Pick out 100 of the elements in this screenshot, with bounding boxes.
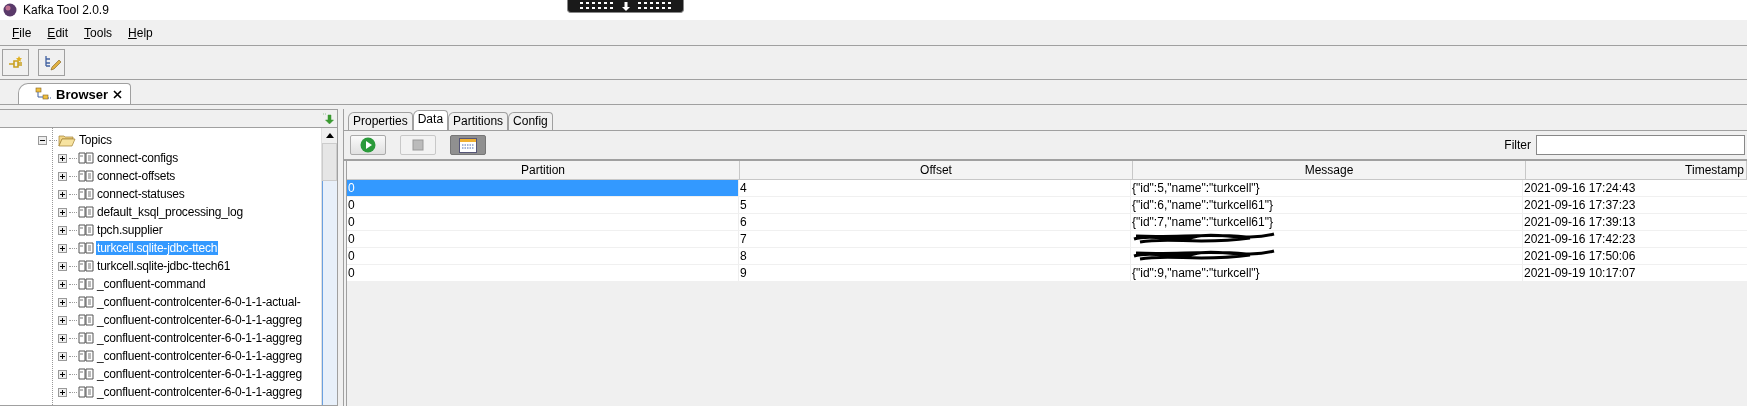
view-button[interactable] bbox=[450, 135, 486, 155]
stop-icon bbox=[412, 139, 424, 151]
expand-icon[interactable] bbox=[58, 387, 67, 397]
filter-field[interactable] bbox=[1536, 135, 1745, 155]
book-icon bbox=[78, 151, 94, 165]
table-cell: 5 bbox=[739, 197, 1131, 213]
book-icon bbox=[78, 331, 94, 345]
book-icon bbox=[78, 241, 94, 255]
expand-icon[interactable] bbox=[58, 261, 67, 271]
topic-item[interactable]: _confluent-controlcenter-6-0-1-1-aggreg bbox=[96, 385, 303, 399]
tree-icon bbox=[35, 87, 51, 101]
expand-icon[interactable] bbox=[58, 351, 67, 361]
table-cell: 0 bbox=[347, 248, 739, 264]
table-cell-text: 2021-09-19 10:17:07 bbox=[1523, 265, 1637, 281]
topic-item[interactable]: Topics bbox=[78, 133, 113, 147]
table-cell: {"id":7,"name":"turkcell61"} bbox=[1131, 214, 1523, 230]
arrow-down-icon[interactable] bbox=[322, 112, 334, 125]
app-logo-icon bbox=[3, 3, 17, 17]
browser-tab[interactable]: Browser bbox=[18, 83, 132, 104]
tree-pencil-icon bbox=[42, 53, 61, 72]
column-header[interactable]: Timestamp bbox=[1526, 161, 1747, 180]
expand-icon[interactable] bbox=[58, 297, 67, 307]
table-cell: 7 bbox=[739, 231, 1131, 247]
table-cell: 4 bbox=[739, 180, 1131, 196]
expand-icon[interactable] bbox=[58, 243, 67, 253]
expand-icon[interactable] bbox=[58, 171, 67, 181]
dots-icon bbox=[579, 2, 614, 10]
scrollbar[interactable] bbox=[321, 128, 337, 405]
window-icon bbox=[459, 137, 477, 153]
collapse-icon[interactable] bbox=[38, 135, 47, 145]
play-icon bbox=[360, 137, 376, 153]
table-cell-text: 2021-09-16 17:50:06 bbox=[1523, 248, 1637, 264]
menu-item[interactable]: Tools bbox=[76, 25, 121, 40]
topic-item[interactable]: _confluent-command bbox=[96, 277, 207, 291]
topic-item[interactable]: default_ksql_processing_log bbox=[96, 205, 245, 219]
tab[interactable]: Config bbox=[508, 112, 553, 130]
topic-item[interactable]: _confluent-controlcenter-6-0-1-1-aggreg bbox=[96, 331, 303, 345]
table-cell: 0 bbox=[347, 214, 739, 230]
expand-icon[interactable] bbox=[58, 315, 67, 325]
book-icon bbox=[78, 187, 94, 201]
table-cell-text: 2021-09-16 17:39:13 bbox=[1523, 214, 1637, 230]
table-cell-text: 2021-09-16 17:37:23 bbox=[1523, 197, 1637, 213]
book-icon bbox=[78, 385, 94, 399]
topic-item[interactable]: _confluent-controlcenter-6-0-1-1-aggreg bbox=[96, 313, 303, 327]
topic-item[interactable]: connect-configs bbox=[96, 151, 180, 165]
up-arrow-icon[interactable] bbox=[325, 133, 334, 138]
topic-item[interactable]: connect-statuses bbox=[96, 187, 186, 201]
book-icon bbox=[78, 313, 94, 327]
filter-label: Filter bbox=[1504, 138, 1531, 152]
expand-icon[interactable] bbox=[58, 279, 67, 289]
expand-icon[interactable] bbox=[58, 153, 67, 163]
tab[interactable]: Properties bbox=[348, 112, 413, 130]
book-icon bbox=[78, 223, 94, 237]
book-icon bbox=[78, 169, 94, 183]
capture-toolbar[interactable] bbox=[567, 0, 684, 13]
book-icon bbox=[78, 259, 94, 273]
book-icon bbox=[78, 295, 94, 309]
expand-icon[interactable] bbox=[58, 369, 67, 379]
table-cell: 0 bbox=[347, 197, 739, 213]
table-cell: 9 bbox=[739, 265, 1131, 281]
book-icon bbox=[78, 205, 94, 219]
down-arrow-icon[interactable] bbox=[621, 1, 630, 11]
start-button[interactable] bbox=[350, 135, 386, 155]
expand-icon[interactable] bbox=[58, 225, 67, 235]
column-header[interactable]: Offset bbox=[740, 161, 1133, 180]
table-cell: 0 bbox=[347, 265, 739, 281]
window-title: Kafka Tool 2.0.9 bbox=[23, 3, 109, 17]
table-cell: {"id":9,"name":"turkcell"} bbox=[1131, 265, 1523, 281]
table-cell-text: 2021-09-16 17:24:43 bbox=[1523, 180, 1637, 196]
table-cell-text: 2021-09-16 17:42:23 bbox=[1523, 231, 1637, 247]
table-cell: 6 bbox=[739, 214, 1131, 230]
menu-item[interactable]: Help bbox=[120, 25, 161, 40]
column-header[interactable]: Partition bbox=[347, 161, 740, 180]
topic-item[interactable]: tpch.supplier bbox=[96, 223, 164, 237]
expand-icon[interactable] bbox=[58, 207, 67, 217]
book-icon bbox=[78, 367, 94, 381]
menu-item[interactable]: File bbox=[4, 25, 40, 40]
book-icon bbox=[78, 349, 94, 363]
expand-icon[interactable] bbox=[58, 333, 67, 343]
tab[interactable]: Data bbox=[412, 110, 449, 130]
book-icon bbox=[78, 277, 94, 291]
table-cell: {"id":5,"name":"turkcell"} bbox=[1131, 180, 1523, 196]
dots-icon bbox=[637, 2, 672, 10]
topic-item[interactable]: turkcell.sqlite-jdbc-ttech61 bbox=[96, 259, 232, 273]
expand-icon[interactable] bbox=[58, 189, 67, 199]
tab[interactable]: Partitions bbox=[448, 112, 509, 130]
topic-item[interactable]: _confluent-controlcenter-6-0-1-1-aggreg bbox=[96, 367, 303, 381]
folder-icon bbox=[58, 133, 76, 147]
edit-tree-button[interactable] bbox=[38, 49, 65, 76]
topic-item[interactable]: _confluent-controlcenter-6-0-1-1-aggreg bbox=[96, 349, 303, 363]
table-cell: 8 bbox=[739, 248, 1131, 264]
column-header[interactable]: Message bbox=[1133, 161, 1526, 180]
scroll-thumb[interactable] bbox=[322, 143, 337, 181]
topic-item[interactable]: connect-offsets bbox=[96, 169, 177, 183]
topic-item[interactable]: _confluent-controlcenter-6-0-1-1-actual- bbox=[96, 295, 302, 309]
close-icon[interactable] bbox=[113, 89, 123, 99]
table-cell: 0 bbox=[347, 180, 739, 196]
table-cell: 0 bbox=[347, 231, 739, 247]
table-cell: {"id":6,"name":"turkcell61"} bbox=[1131, 197, 1523, 213]
menu-item[interactable]: Edit bbox=[39, 25, 77, 40]
